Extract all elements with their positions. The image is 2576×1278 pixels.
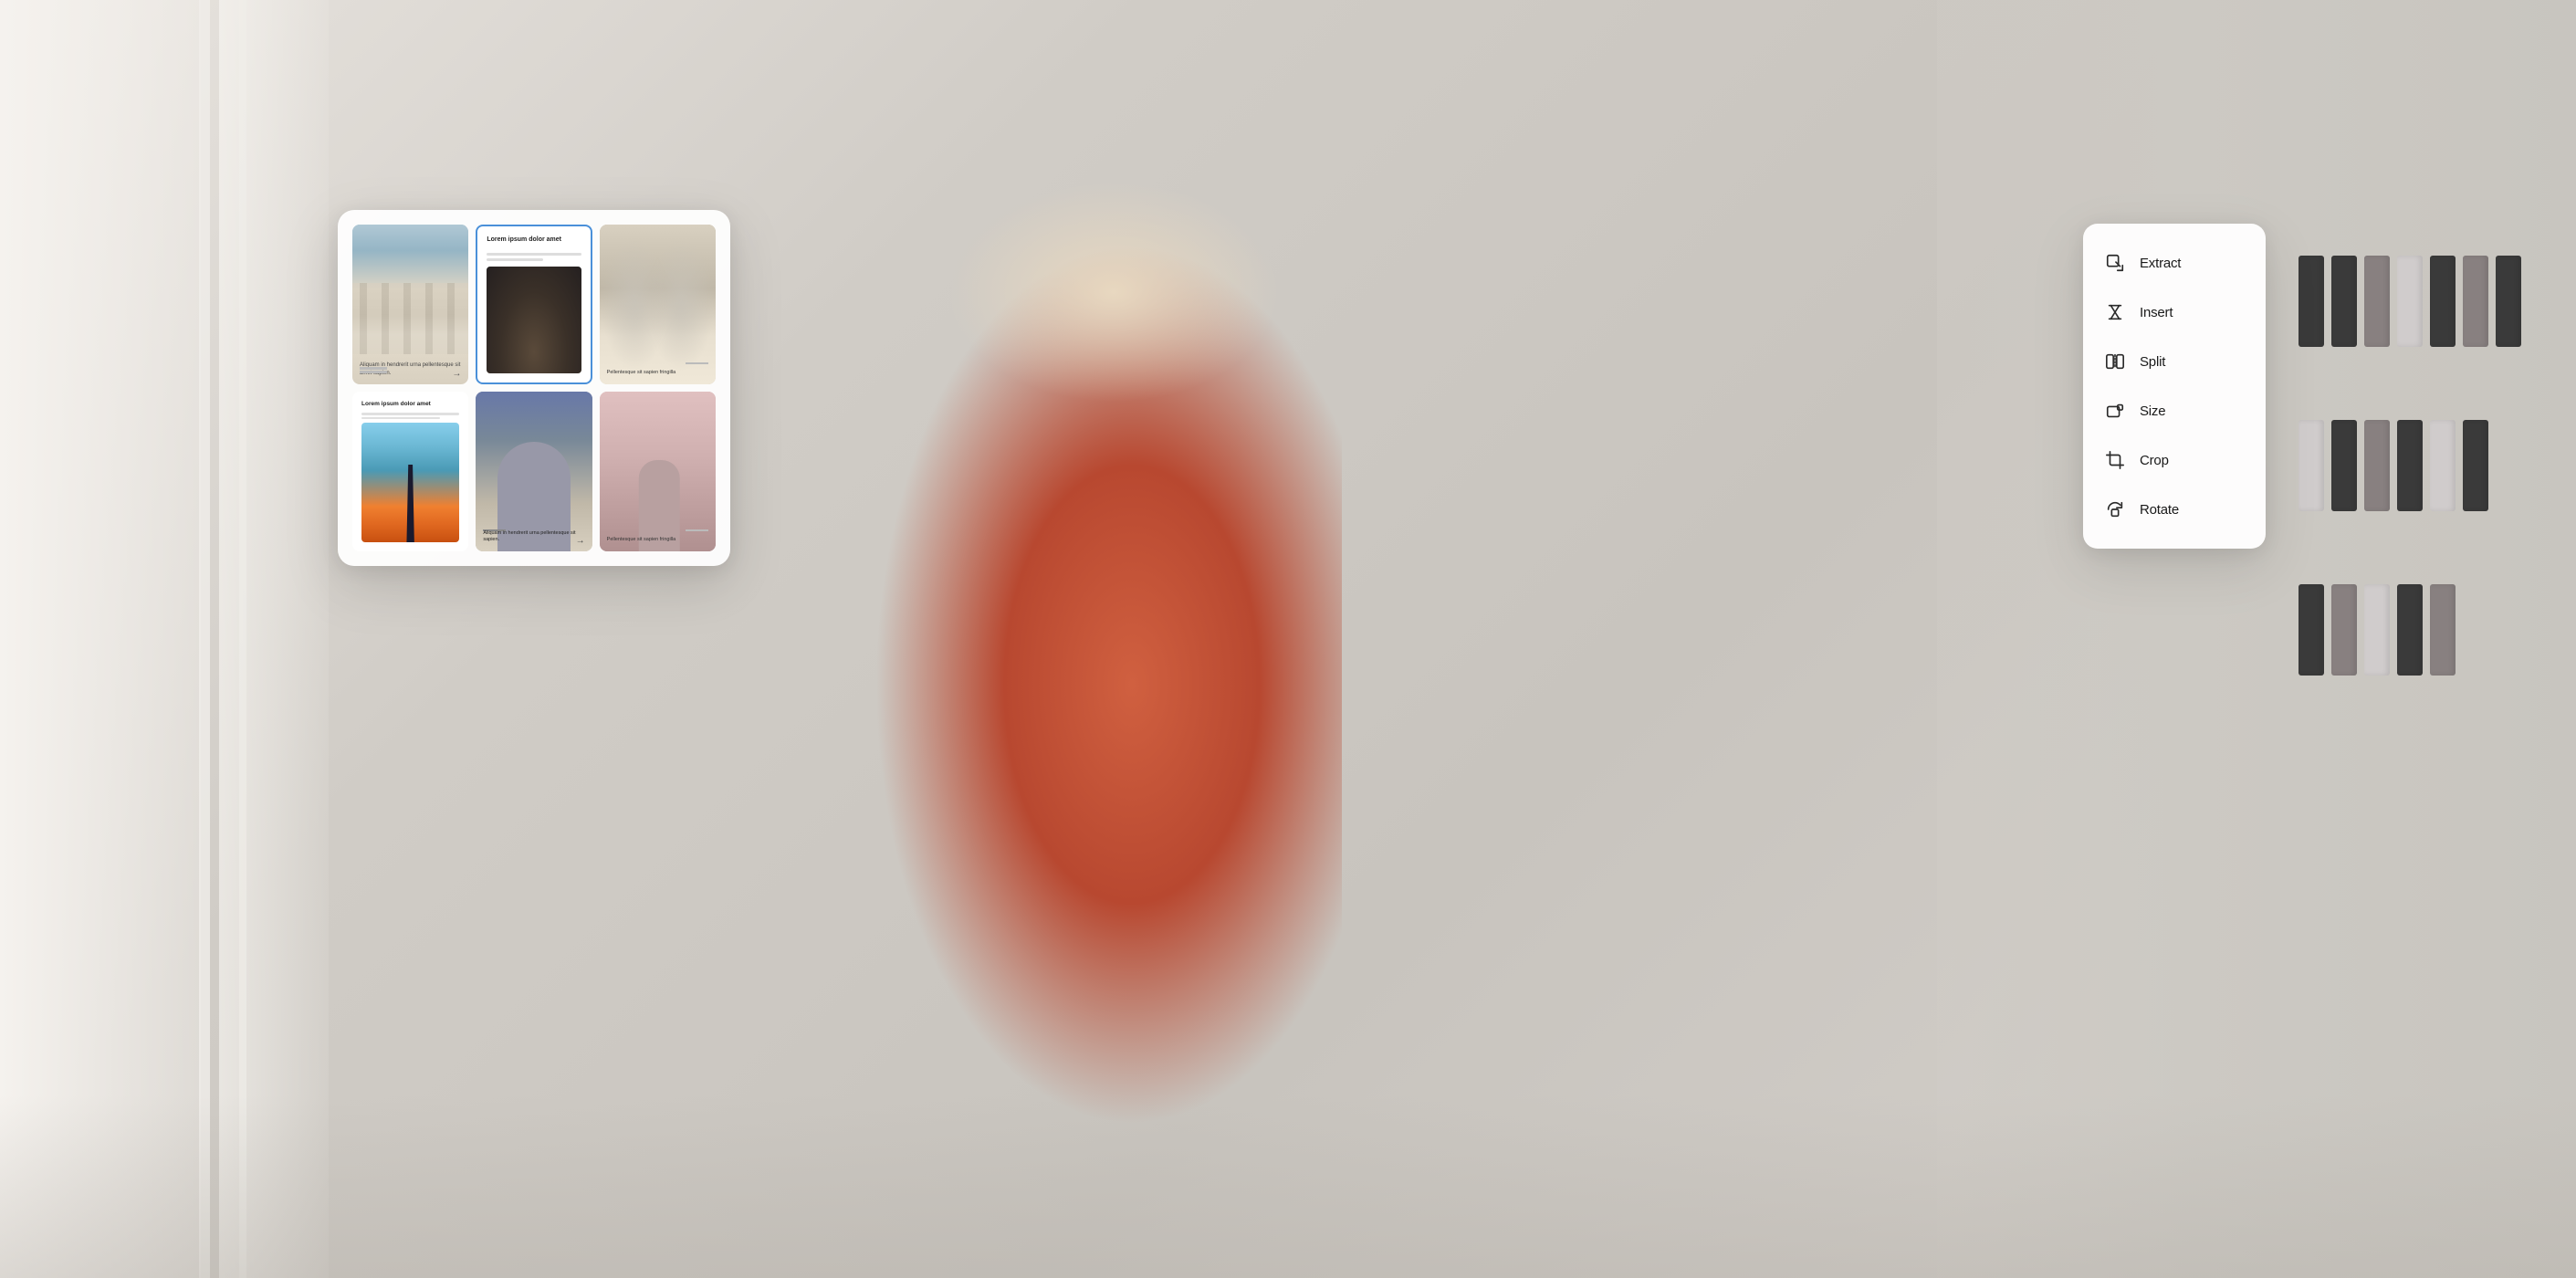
shelf-row-1 bbox=[2299, 256, 2521, 347]
panel-image-columns bbox=[352, 225, 468, 354]
panel-line bbox=[487, 253, 581, 256]
menu-item-split[interactable]: Split bbox=[2083, 337, 2266, 386]
panel-arrow-1: → bbox=[452, 369, 461, 379]
panel-line bbox=[361, 417, 440, 420]
binder bbox=[2397, 584, 2423, 676]
panel-line-short bbox=[487, 258, 543, 261]
panel-cell-pink-tower: Pellentesque sit sapien fringilla bbox=[600, 392, 716, 551]
binder bbox=[2299, 584, 2324, 676]
binder bbox=[2299, 256, 2324, 347]
binder bbox=[2331, 420, 2357, 511]
panel-line bbox=[361, 413, 459, 415]
floor bbox=[0, 1095, 2576, 1278]
split-icon bbox=[2103, 350, 2127, 373]
insert-label: Insert bbox=[2140, 305, 2173, 320]
panel-line-3 bbox=[686, 362, 708, 364]
window-frame-2 bbox=[192, 0, 246, 1278]
panel-cell-lighthouse: Lorem ipsum dolor amet bbox=[352, 392, 468, 551]
binder bbox=[2299, 420, 2324, 511]
menu-item-insert[interactable]: Insert bbox=[2083, 288, 2266, 337]
panel-cell-gothic: Pellentesque sit sapien fringilla bbox=[600, 225, 716, 384]
context-menu-panel: Extract Insert Split bbox=[2083, 224, 2266, 549]
panel-lines-1 bbox=[360, 367, 387, 370]
panel-cell-title-2: Lorem ipsum dolor amet bbox=[487, 236, 581, 244]
menu-item-size[interactable]: Size bbox=[2083, 386, 2266, 435]
binder bbox=[2364, 256, 2390, 347]
panel-image-dark-arch bbox=[487, 267, 581, 373]
panel-text-3: Pellentesque sit sapien fringilla bbox=[607, 370, 676, 377]
panel-text-lines-4 bbox=[361, 413, 459, 419]
binder bbox=[2397, 256, 2423, 347]
binder bbox=[2331, 584, 2357, 676]
shelf-row-2 bbox=[2299, 420, 2521, 511]
panel-cell-text-dark: Lorem ipsum dolor amet bbox=[476, 225, 592, 384]
panel-cell-architecture-columns: Aliquam in hendrerit urna pellentesque s… bbox=[352, 225, 468, 384]
menu-item-extract[interactable]: Extract bbox=[2083, 238, 2266, 288]
panel-cell-title-4: Lorem ipsum dolor amet bbox=[361, 401, 459, 407]
size-label: Size bbox=[2140, 403, 2165, 419]
menu-item-rotate[interactable]: Rotate bbox=[2083, 485, 2266, 534]
shelf-row-3 bbox=[2299, 584, 2521, 676]
floating-ui-panel: Aliquam in hendrerit urna pellentesque s… bbox=[338, 210, 730, 566]
panel-text-lines-2 bbox=[487, 253, 581, 261]
split-label: Split bbox=[2140, 354, 2165, 370]
binder bbox=[2397, 420, 2423, 511]
shelf-decoration bbox=[2299, 256, 2521, 676]
binder bbox=[2331, 256, 2357, 347]
menu-item-crop[interactable]: Crop bbox=[2083, 435, 2266, 485]
binder bbox=[2430, 420, 2456, 511]
size-icon bbox=[2103, 399, 2127, 423]
window-frame bbox=[46, 0, 210, 1278]
panel-image-lighthouse bbox=[361, 423, 459, 542]
binder bbox=[2364, 584, 2390, 676]
extract-label: Extract bbox=[2140, 256, 2181, 271]
panel-line-6 bbox=[686, 529, 708, 531]
panel-cell-curved-building: Aliquam in hendrerit urna pellentesque s… bbox=[476, 392, 592, 551]
insert-icon bbox=[2103, 300, 2127, 324]
rotate-icon bbox=[2103, 498, 2127, 521]
binder bbox=[2463, 420, 2488, 511]
binder bbox=[2463, 256, 2488, 347]
panel-text-6: Pellentesque sit sapien fringilla bbox=[607, 537, 676, 544]
crop-label: Crop bbox=[2140, 453, 2169, 468]
extract-icon bbox=[2103, 251, 2127, 275]
rotate-label: Rotate bbox=[2140, 502, 2179, 518]
panel-arrow-5: → bbox=[576, 536, 585, 546]
binder bbox=[2496, 256, 2521, 347]
binder bbox=[2430, 584, 2456, 676]
crop-icon bbox=[2103, 448, 2127, 472]
binder bbox=[2364, 420, 2390, 511]
binder bbox=[2430, 256, 2456, 347]
